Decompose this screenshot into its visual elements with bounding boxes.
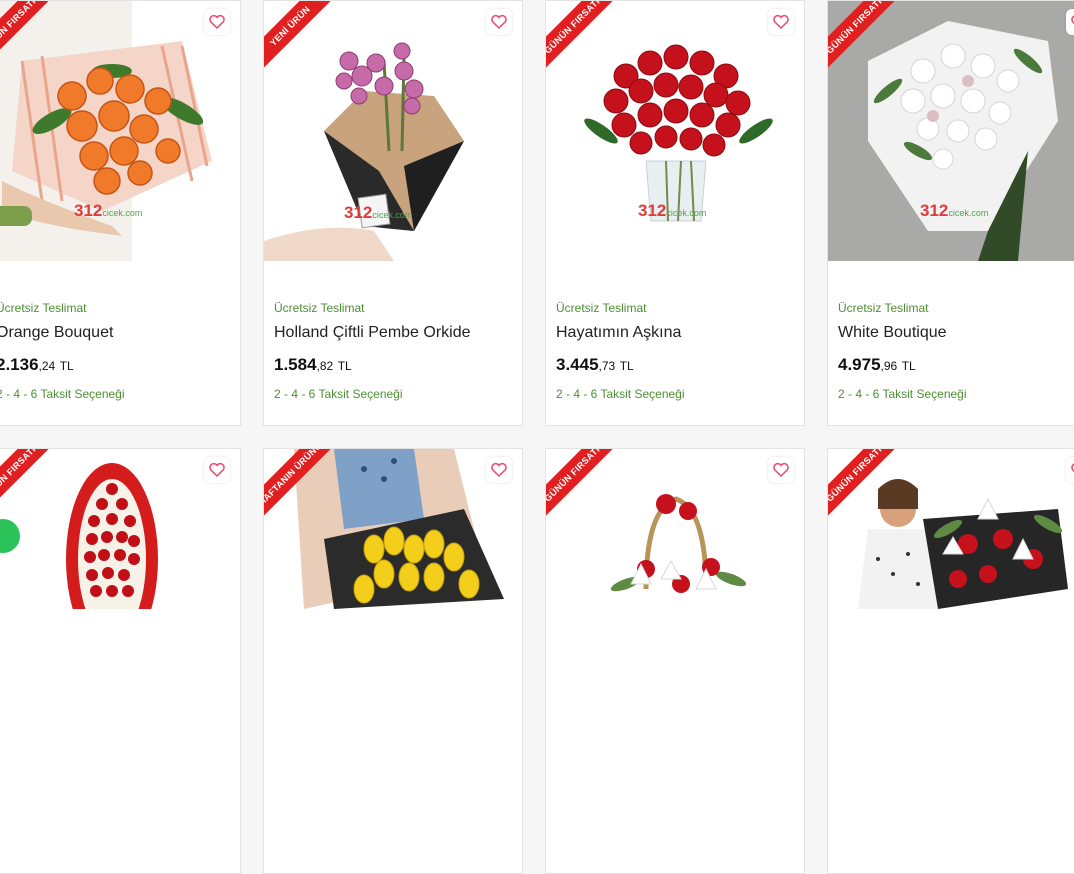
installment-options: 2 - 4 - 6 Taksit Seçeneği	[556, 387, 685, 401]
product-image[interactable]: 312cicek.com	[546, 1, 804, 261]
product-card[interactable]: HAFTANIN ÜRÜNÜ	[263, 448, 523, 874]
favorite-button[interactable]	[768, 457, 794, 483]
installment-options: 2 - 4 - 6 Taksit Seçeneği	[0, 387, 125, 401]
product-name[interactable]: Orange Bouquet	[0, 324, 232, 342]
product-image[interactable]: 312cicek.com	[828, 1, 1074, 261]
product-name[interactable]: Holland Çiftli Pembe Orkide	[274, 324, 514, 342]
product-price: 2.136,24 TL	[0, 355, 74, 374]
free-delivery-label: Ücretsiz Teslimat	[838, 301, 929, 315]
watermark-logo: 312cicek.com	[920, 201, 989, 220]
installment-options: 2 - 4 - 6 Taksit Seçeneği	[838, 387, 967, 401]
product-card[interactable]: GÜNÜN FIRSATI	[545, 448, 805, 874]
watermark-logo: 312cicek.com	[74, 201, 143, 220]
heart-icon	[491, 463, 507, 477]
favorite-button[interactable]	[204, 9, 230, 35]
heart-icon	[773, 15, 789, 29]
favorite-button[interactable]	[204, 457, 230, 483]
product-image[interactable]	[828, 449, 1074, 709]
favorite-button[interactable]	[768, 9, 794, 35]
product-price: 1.584,82 TL	[274, 355, 352, 374]
favorite-button[interactable]	[1066, 457, 1074, 483]
product-image[interactable]	[264, 449, 522, 709]
watermark-logo: 312cicek.com	[344, 203, 413, 222]
product-name[interactable]: Hayatımın Aşkına	[556, 324, 796, 342]
heart-icon	[491, 15, 507, 29]
favorite-button[interactable]	[486, 457, 512, 483]
product-card-orange-bouquet[interactable]: 312cicek.com GÜNÜN FIRSATI Ücretsiz Tesl…	[0, 0, 241, 426]
favorite-button[interactable]	[486, 9, 512, 35]
heart-icon	[209, 15, 225, 29]
product-image[interactable]: 312cicek.com	[0, 1, 240, 261]
product-grid: 312cicek.com GÜNÜN FIRSATI Ücretsiz Tesl…	[0, 0, 1074, 874]
free-delivery-label: Ücretsiz Teslimat	[274, 301, 365, 315]
heart-icon	[209, 463, 225, 477]
product-image[interactable]	[0, 449, 240, 709]
product-name[interactable]: White Boutique	[838, 324, 1074, 342]
product-price: 3.445,73 TL	[556, 355, 634, 374]
product-image[interactable]	[546, 449, 804, 709]
red-roses-illustration	[546, 1, 804, 261]
product-image[interactable]: 312cicek.com	[264, 1, 522, 261]
installment-options: 2 - 4 - 6 Taksit Seçeneği	[274, 387, 403, 401]
product-card-white-boutique[interactable]: 312cicek.com GÜNÜN FIRSATI Ücretsiz Tesl…	[827, 0, 1074, 426]
product-card-holland-orkide[interactable]: 312cicek.com YENİ ÜRÜN Ücretsiz Teslimat…	[263, 0, 523, 426]
product-card-hayatimin-askina[interactable]: 312cicek.com GÜNÜN FIRSATI Ücretsiz Tesl…	[545, 0, 805, 426]
heart-icon	[773, 463, 789, 477]
white-bouquet-illustration	[828, 1, 1074, 261]
product-card[interactable]: GÜNÜN FIRSATI	[0, 448, 241, 874]
free-delivery-label: Ücretsiz Teslimat	[0, 301, 87, 315]
favorite-button[interactable]	[1066, 9, 1074, 35]
product-price: 4.975,96 TL	[838, 355, 916, 374]
free-delivery-label: Ücretsiz Teslimat	[556, 301, 647, 315]
orange-bouquet-illustration	[0, 1, 240, 261]
watermark-logo: 312cicek.com	[638, 201, 707, 220]
product-card[interactable]: GÜNÜN FIRSATI	[827, 448, 1074, 874]
